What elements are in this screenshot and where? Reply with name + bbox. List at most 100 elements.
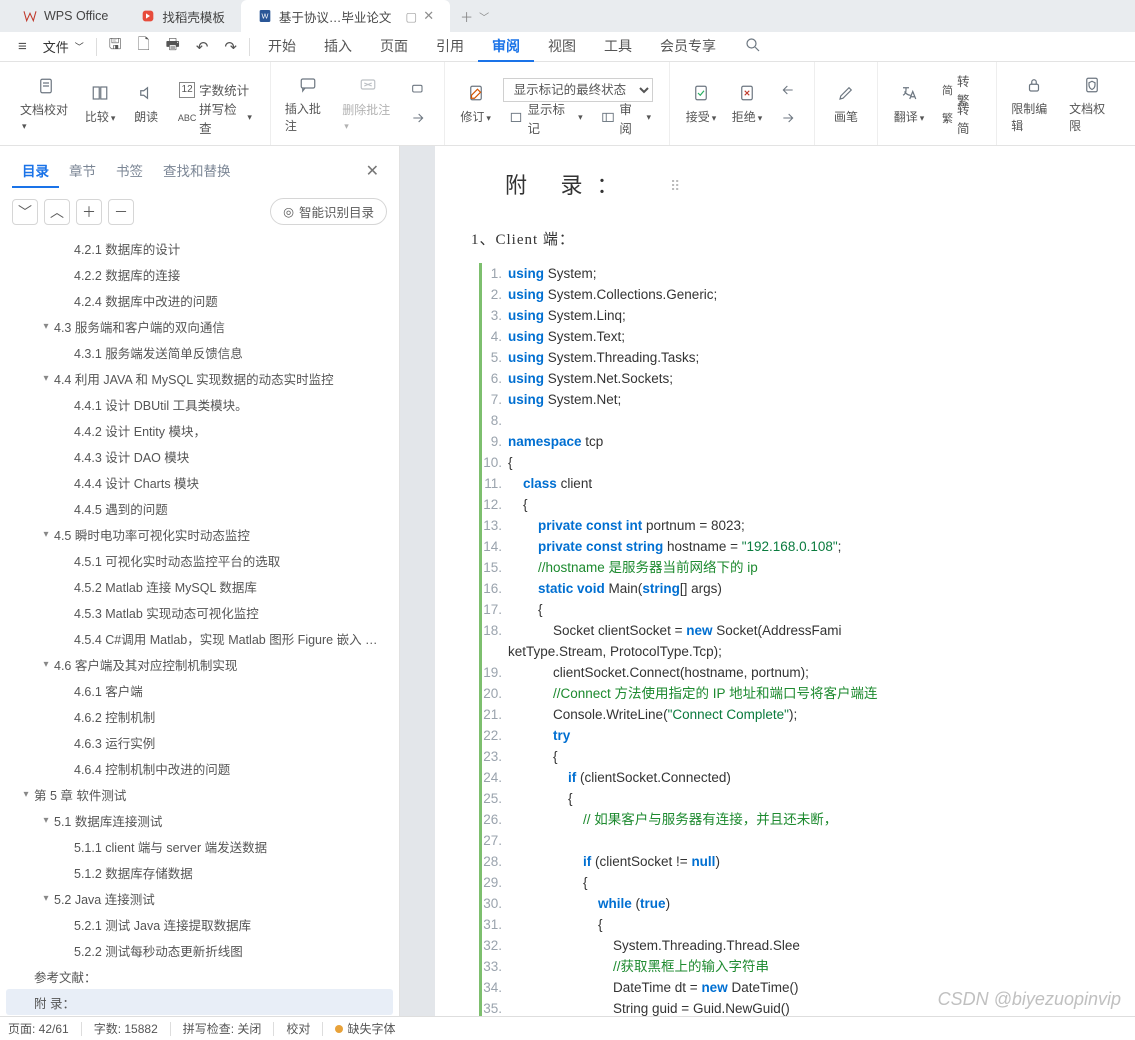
toc-collapse-up-icon[interactable]: ︿ <box>44 199 70 225</box>
toc-item[interactable]: 4.5.1 可视化实时动态监控平台的选取 <box>6 547 393 573</box>
doc-check-button[interactable]: 文档校对▾ <box>14 71 77 136</box>
reject-button[interactable]: 拒绝▾ <box>724 78 770 129</box>
toc-item[interactable]: ▾4.4 利用 JAVA 和 MySQL 实现数据的动态实时监控 <box>6 365 393 391</box>
menu-视图[interactable]: 视图 <box>534 32 590 62</box>
status-missing-font[interactable]: 缺失字体 <box>335 1020 395 1037</box>
toc-item[interactable]: 5.1.1 client 端与 server 端发送数据 <box>6 833 393 859</box>
toc-item[interactable]: ▾4.3 服务端和客户端的双向通信 <box>6 313 393 339</box>
menu-审阅[interactable]: 审阅 <box>478 32 534 62</box>
toc-item[interactable]: 4.4.5 遇到的问题 <box>6 495 393 521</box>
toc-item[interactable]: 5.2.1 测试 Java 连接提取数据库 <box>6 911 393 937</box>
toc-item[interactable]: 4.4.1 设计 DBUtil 工具类模块。 <box>6 391 393 417</box>
show-markup-button[interactable]: 显示标记▾ <box>503 106 589 130</box>
pen-button[interactable]: 画笔 <box>823 78 869 129</box>
status-page[interactable]: 页面: 42/61 <box>8 1020 69 1037</box>
toc-item[interactable]: 4.2.2 数据库的连接 <box>6 261 393 287</box>
toc-item[interactable]: 4.5.3 Matlab 实现动态可视化监控 <box>6 599 393 625</box>
toc-item[interactable]: ▾第 5 章 软件测试 <box>6 781 393 807</box>
toc-item[interactable]: 4.6.1 客户端 <box>6 677 393 703</box>
toc-item[interactable]: 4.6.3 运行实例 <box>6 729 393 755</box>
toc-expand-down-icon[interactable]: ﹀ <box>12 199 38 225</box>
redo-icon[interactable]: ↷ <box>216 34 245 60</box>
menu-会员专享[interactable]: 会员专享 <box>646 32 730 62</box>
menu-插入[interactable]: 插入 <box>310 32 366 62</box>
search-icon[interactable] <box>736 32 770 62</box>
tab-window-icon[interactable]: ▢ <box>405 9 417 24</box>
toc-item[interactable]: 4.3.1 服务端发送简单反馈信息 <box>6 339 393 365</box>
menu-开始[interactable]: 开始 <box>254 32 310 62</box>
spell-check-button[interactable]: ABC拼写检查▾ <box>173 106 258 130</box>
chevron-down-icon[interactable]: ▾ <box>18 789 34 800</box>
print-preview-icon[interactable]: 🗋 <box>130 30 158 63</box>
toc-item-label: 5.1.1 client 端与 server 端发送数据 <box>74 837 267 856</box>
toc-item[interactable]: 4.2.4 数据库中改进的问题 <box>6 287 393 313</box>
toc-remove-icon[interactable]: － <box>108 199 134 225</box>
menu-工具[interactable]: 工具 <box>590 32 646 62</box>
undo-icon[interactable]: ↶ <box>188 34 217 60</box>
accept-button[interactable]: 接受▾ <box>678 78 724 129</box>
toc-item[interactable]: ▾4.5 瞬时电功率可视化实时动态监控 <box>6 521 393 547</box>
shield-icon <box>1081 74 1103 96</box>
tab-app-home[interactable]: WPS Office <box>6 0 124 32</box>
toc-item[interactable]: ▾5.2 Java 连接测试 <box>6 885 393 911</box>
toc-item[interactable]: 5.1.2 数据库存储数据 <box>6 859 393 885</box>
compare-button[interactable]: 比较▾ <box>77 78 123 129</box>
sidebar-tab-2[interactable]: 书签 <box>106 154 153 188</box>
hamburger-icon[interactable]: ≡ <box>10 34 35 59</box>
toc-item[interactable]: 4.6.4 控制机制中改进的问题 <box>6 755 393 781</box>
chevron-down-icon[interactable]: ▾ <box>38 659 54 670</box>
chevron-down-icon[interactable]: ▾ <box>38 893 54 904</box>
chevron-down-icon[interactable]: ▾ <box>38 373 54 384</box>
review-pane-button[interactable]: 审阅▾ <box>595 106 657 130</box>
toc-item[interactable]: 4.6.2 控制机制 <box>6 703 393 729</box>
convert-simplified-button[interactable]: 繁转简 <box>936 106 984 130</box>
toc-add-icon[interactable]: ＋ <box>76 199 102 225</box>
toc-item[interactable]: ▾4.6 客户端及其对应控制机制实现 <box>6 651 393 677</box>
sidebar-tab-0[interactable]: 目录 <box>12 154 59 188</box>
delete-comment-button[interactable]: 删除批注▾ <box>336 71 399 136</box>
sidebar-tab-1[interactable]: 章节 <box>59 154 106 188</box>
add-tab-button[interactable]: ＋﹀ <box>450 0 499 32</box>
smart-toc-button[interactable]: ◎智能识别目录 <box>270 198 387 225</box>
chevron-down-icon[interactable]: ▾ <box>38 815 54 826</box>
toc-item-label: 5.1.2 数据库存储数据 <box>74 863 193 882</box>
drag-handle-icon[interactable]: ⠿ <box>670 178 677 195</box>
doc-permission-button[interactable]: 文档权限 <box>1063 70 1121 138</box>
tab-close-icon[interactable]: ✕ <box>423 8 434 24</box>
file-menu[interactable]: 文件﹀ <box>35 33 92 60</box>
translate-button[interactable]: 翻译▾ <box>886 78 932 129</box>
menu-页面[interactable]: 页面 <box>366 32 422 62</box>
insert-comment-button[interactable]: 插入批注 <box>279 70 336 138</box>
toc-item[interactable]: 4.4.4 设计 Charts 模块 <box>6 469 393 495</box>
toc-item[interactable]: 4.5.2 Matlab 连接 MySQL 数据库 <box>6 573 393 599</box>
toc-item[interactable]: 5.2.2 测试每秒动态更新折线图 <box>6 937 393 963</box>
toc-item[interactable]: 4.4.2 设计 Entity 模块， <box>6 417 393 443</box>
tab-document-active[interactable]: W 基于协议…毕业论文 ▢ ✕ <box>241 0 450 32</box>
sidebar-close-icon[interactable]: ✕ <box>358 157 387 185</box>
prev-change-icon[interactable] <box>774 78 802 102</box>
chevron-down-icon[interactable]: ▾ <box>38 321 54 332</box>
toc-item[interactable]: ▾5.1 数据库连接测试 <box>6 807 393 833</box>
read-button[interactable]: 朗读 <box>123 78 169 129</box>
chevron-down-icon[interactable]: ▾ <box>38 529 54 540</box>
toc-item[interactable]: 附 录： <box>6 989 393 1015</box>
toc-tree[interactable]: 4.2.1 数据库的设计4.2.2 数据库的连接4.2.4 数据库中改进的问题▾… <box>0 235 399 1016</box>
revise-button[interactable]: 修订▾ <box>453 78 499 129</box>
toc-item[interactable]: 4.4.3 设计 DAO 模块 <box>6 443 393 469</box>
menu-引用[interactable]: 引用 <box>422 32 478 62</box>
pin-comment-icon[interactable] <box>404 78 432 102</box>
toc-item[interactable]: 4.2.1 数据库的设计 <box>6 235 393 261</box>
print-icon[interactable]: 🖶 <box>158 30 188 63</box>
next-change-icon[interactable] <box>774 106 802 130</box>
restrict-edit-button[interactable]: 限制编辑 <box>1005 70 1063 138</box>
toc-item[interactable]: 参考文献： <box>6 963 393 989</box>
sidebar-tab-3[interactable]: 查找和替换 <box>153 154 241 188</box>
document-area[interactable]: ⠿ 附 录： 1、Client 端： 1.using System;2.usin… <box>400 146 1135 1016</box>
status-words[interactable]: 字数: 15882 <box>94 1020 158 1037</box>
status-proof[interactable]: 校对 <box>286 1020 310 1037</box>
tab-template-store[interactable]: 找稻壳模板 <box>124 0 241 32</box>
toc-item[interactable]: 4.5.4 C#调用 Matlab，实现 Matlab 图形 Figure 嵌入… <box>6 625 393 651</box>
save-icon[interactable]: 🖫 <box>101 30 130 63</box>
nav-comment-icon[interactable] <box>404 106 432 130</box>
status-spell[interactable]: 拼写检查: 关闭 <box>183 1020 262 1037</box>
